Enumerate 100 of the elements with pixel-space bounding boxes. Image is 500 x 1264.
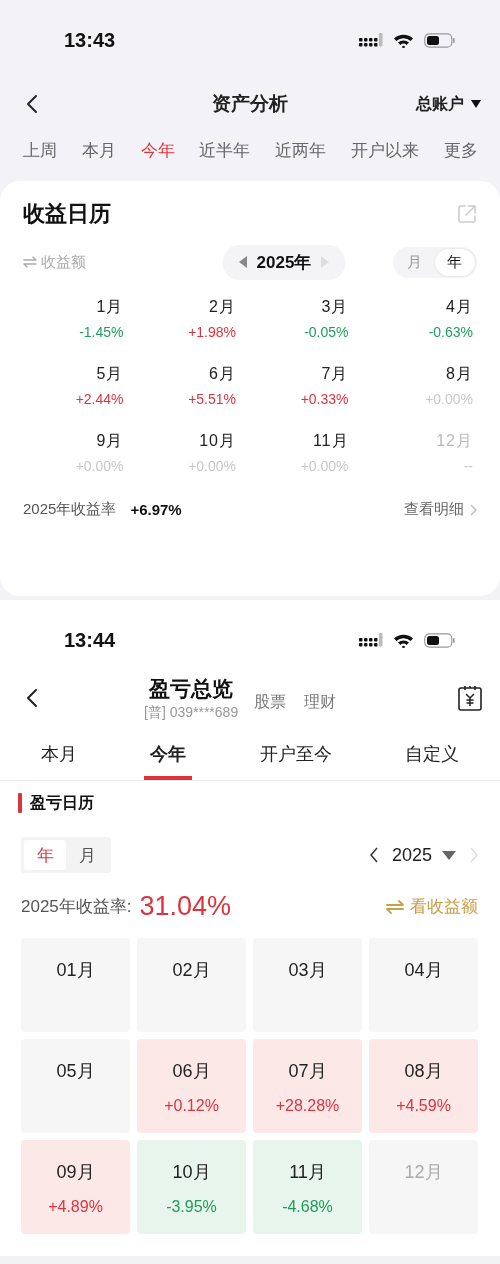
section-marker xyxy=(18,793,22,813)
month-return: -3.95% xyxy=(166,1198,217,1216)
month-label: 01月 xyxy=(56,959,95,982)
yuan-bill-icon xyxy=(458,685,482,711)
month-label: 12月 xyxy=(404,1161,443,1184)
summary-label: 2025年收益率 xyxy=(23,500,117,519)
back-icon xyxy=(26,688,38,708)
month-label: 06月 xyxy=(172,1060,211,1083)
month-label: 07月 xyxy=(288,1060,327,1083)
back-button[interactable] xyxy=(24,686,40,710)
chevron-right-icon xyxy=(470,847,478,863)
page-title: 盈亏总览 xyxy=(149,675,234,702)
page-title: 资产分析 xyxy=(212,92,288,116)
card-title: 收益日历 xyxy=(23,200,111,228)
rate-label: 2025年收益率: xyxy=(21,896,132,918)
section-title: 盈亏日历 xyxy=(30,792,94,813)
month-return: +0.12% xyxy=(164,1097,219,1115)
month-return: +5.51% xyxy=(188,391,236,407)
share-icon xyxy=(457,204,477,224)
account-dropdown[interactable]: 总账户 xyxy=(416,93,482,115)
wifi-icon xyxy=(393,632,414,648)
period-tab[interactable]: 今年 xyxy=(140,138,175,162)
prev-icon xyxy=(238,256,247,268)
status-time: 13:44 xyxy=(64,628,116,652)
month-label: 5月 xyxy=(96,364,124,384)
month-label: 10月 xyxy=(199,431,236,451)
month-label: 1月 xyxy=(96,297,124,317)
month-label: 10月 xyxy=(172,1161,211,1184)
month-cell[interactable]: 11月 -4.68% xyxy=(253,1140,362,1234)
chevron-icon xyxy=(470,503,477,516)
previous-year-button[interactable] xyxy=(369,847,378,863)
bill-button[interactable] xyxy=(458,685,482,711)
month-label: 8月 xyxy=(446,364,473,384)
battery-icon xyxy=(424,632,455,648)
month-return: -4.68% xyxy=(282,1198,333,1216)
month-cell[interactable]: 09月 +4.89% xyxy=(21,1140,130,1234)
chevron-left-icon xyxy=(369,847,378,863)
month-label: 9月 xyxy=(96,431,124,451)
month-label: 04月 xyxy=(404,959,443,982)
period-tab[interactable]: 今年 xyxy=(144,728,193,780)
next-icon xyxy=(321,256,330,268)
period-tab[interactable]: 本月 xyxy=(81,138,116,162)
period-tab[interactable]: 开户至今 xyxy=(253,728,338,780)
month-cell[interactable]: 05月 xyxy=(21,1039,130,1133)
month-label: 11月 xyxy=(312,431,349,451)
year-selector[interactable]: 2025年 xyxy=(222,244,346,280)
month-label: 11月 xyxy=(289,1161,326,1184)
month-label: 2月 xyxy=(209,297,236,317)
month-cell[interactable]: 02月 xyxy=(137,938,246,1032)
swap-icon xyxy=(386,899,404,914)
dropdown-icon xyxy=(470,99,482,109)
month-cell[interactable]: 04月 xyxy=(369,938,478,1032)
month-label: 12月 xyxy=(436,431,473,451)
swap-icon xyxy=(23,256,37,268)
back-icon xyxy=(26,94,38,114)
month-return: +4.89% xyxy=(48,1198,103,1216)
period-tab[interactable]: 开户以来 xyxy=(351,138,420,162)
signal-icon xyxy=(359,33,383,47)
status-time: 13:43 xyxy=(64,28,116,52)
month-return: +4.59% xyxy=(396,1097,451,1115)
category-link[interactable]: 股票 xyxy=(254,691,287,713)
month-label: 7月 xyxy=(321,364,349,384)
dropdown-icon xyxy=(442,850,456,860)
month-return: +2.44% xyxy=(75,391,124,407)
month-return: -0.63% xyxy=(428,324,473,340)
month-label: 4月 xyxy=(446,297,473,317)
period-tab[interactable]: 更多 xyxy=(443,138,478,162)
month-cell[interactable]: 08月 +4.59% xyxy=(369,1039,478,1133)
month-cell[interactable]: 07月 +28.28% xyxy=(253,1039,362,1133)
month-cell[interactable]: 10月 -3.95% xyxy=(137,1140,246,1234)
view-tab[interactable]: 年 xyxy=(24,840,66,870)
month-label: 09月 xyxy=(56,1161,95,1184)
period-tab[interactable]: 近半年 xyxy=(199,138,251,162)
rate-value: 31.04% xyxy=(139,891,232,922)
view-tab[interactable]: 年 xyxy=(435,248,475,276)
summary-value: +6.97% xyxy=(130,501,182,518)
period-tab[interactable]: 上周 xyxy=(23,138,57,162)
detail-link[interactable]: 查看明细 xyxy=(404,500,477,519)
month-cell[interactable]: 06月 +0.12% xyxy=(137,1039,246,1133)
category-link[interactable]: 理财 xyxy=(304,691,337,713)
battery-icon xyxy=(424,32,455,48)
signal-icon xyxy=(359,633,383,647)
month-label: 05月 xyxy=(56,1060,95,1083)
period-tab[interactable]: 自定义 xyxy=(399,728,466,780)
month-return: +28.28% xyxy=(275,1097,340,1115)
month-label: 02月 xyxy=(172,959,211,982)
month-label: 3月 xyxy=(321,297,349,317)
month-label: 6月 xyxy=(209,364,236,384)
month-cell[interactable]: 03月 xyxy=(253,938,362,1032)
back-button[interactable] xyxy=(24,92,40,116)
view-tab[interactable]: 月 xyxy=(66,840,108,870)
month-label: 03月 xyxy=(288,959,327,982)
month-return: -1.45% xyxy=(79,324,124,340)
month-cell[interactable]: 01月 xyxy=(21,938,130,1032)
month-return: -0.05% xyxy=(304,324,349,340)
year-dropdown[interactable]: 2025 xyxy=(391,844,456,866)
month-label: 08月 xyxy=(404,1060,443,1083)
period-tab[interactable]: 本月 xyxy=(34,728,83,780)
month-return: -- xyxy=(463,458,473,474)
period-tab[interactable]: 近两年 xyxy=(275,138,327,162)
